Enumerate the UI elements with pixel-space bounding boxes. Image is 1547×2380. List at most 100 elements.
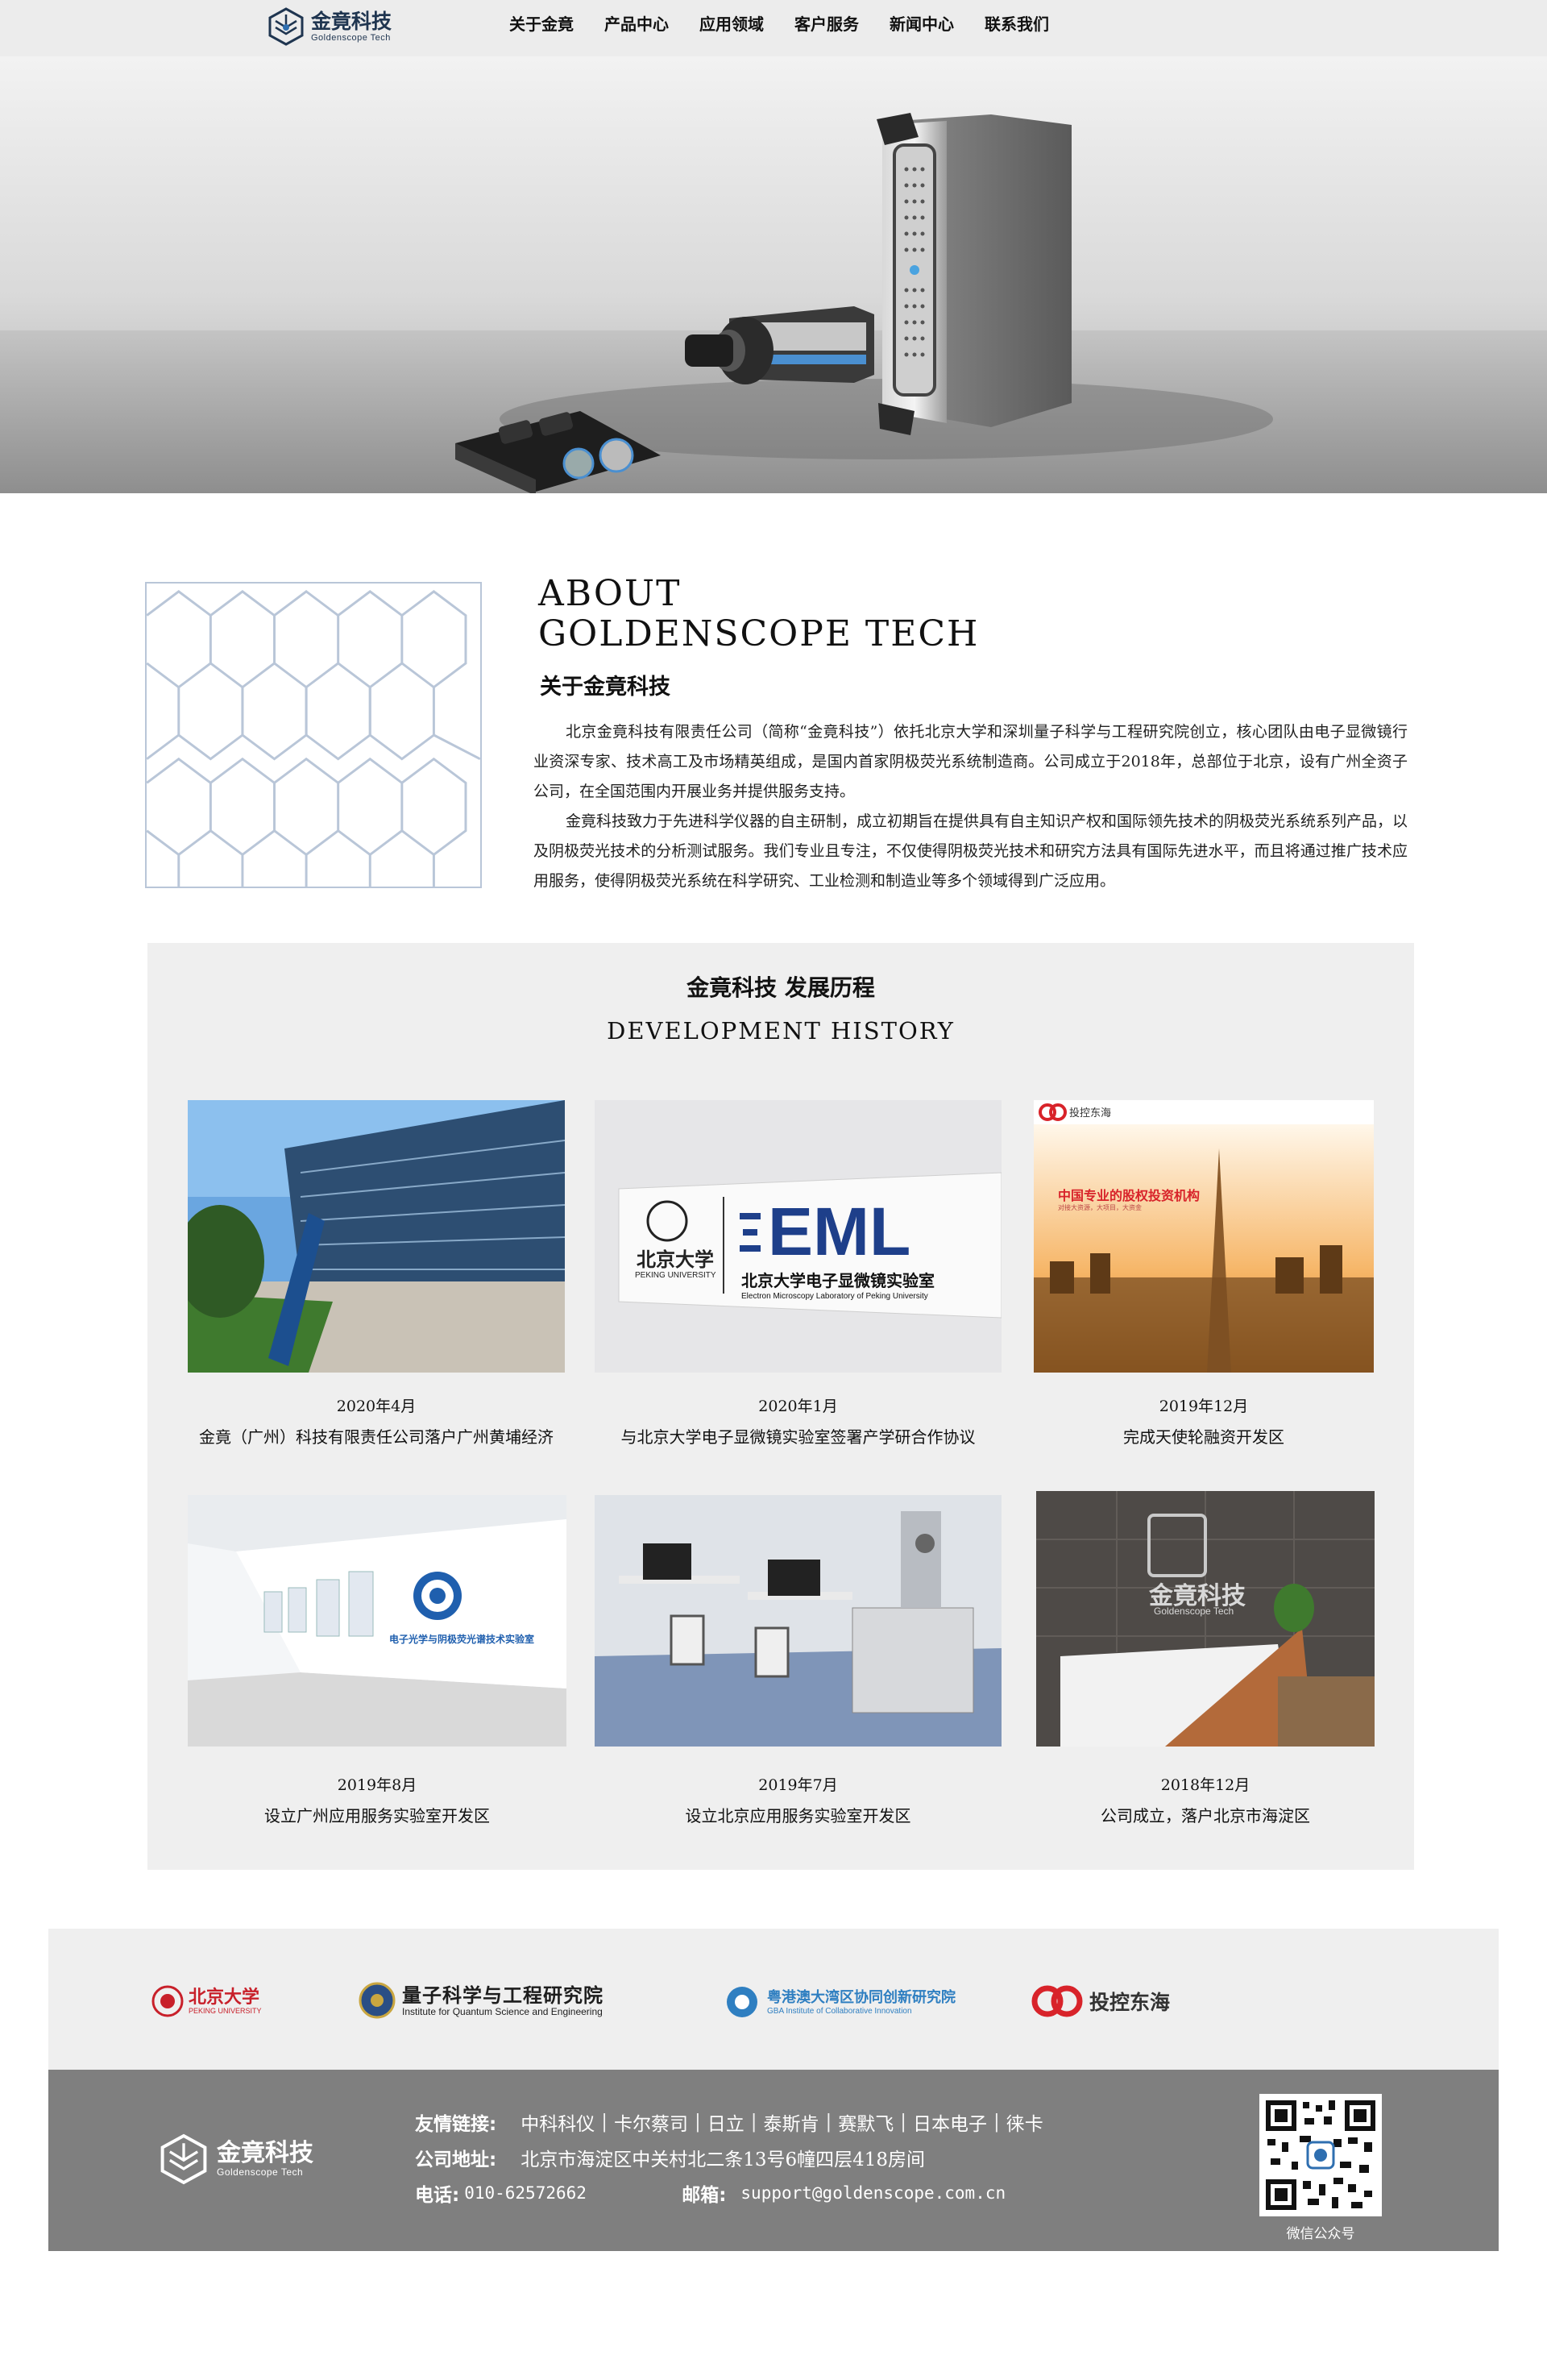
history-card[interactable]: 2019年7月 设立北京应用服务实验室开发区 xyxy=(595,1495,1002,1842)
lab-equipment-photo xyxy=(595,1495,1002,1747)
friend-link[interactable]: 日立 xyxy=(707,2108,744,2136)
about-paragraph-1: 北京金竟科技有限责任公司（简称“金竟科技”）依托北京大学和深圳量子科学与工程研究… xyxy=(533,723,1408,800)
link-separator: | xyxy=(900,2112,906,2133)
footer-logo-cn: 金竟科技 xyxy=(217,2139,313,2167)
event-date: 2019年12月 xyxy=(1159,1398,1249,1415)
event-date: 2020年4月 xyxy=(336,1398,417,1415)
menu-about[interactable]: 关于金竟 xyxy=(509,13,574,35)
site-logo[interactable]: 金竟科技 Goldenscope Tech xyxy=(266,6,392,47)
friend-link[interactable]: 卡尔蔡司 xyxy=(614,2108,688,2136)
event-date: 2019年8月 xyxy=(337,1776,417,1794)
event-desc: 公司成立，落户北京市海淀区 xyxy=(1101,1806,1310,1825)
lab-corridor-photo: 电子光学与阴极荧光谱技术实验室 xyxy=(188,1495,566,1747)
partner-pku-en: PEKING UNIVERSITY xyxy=(189,2007,262,2015)
friend-link[interactable]: 日本电子 xyxy=(913,2108,987,2136)
partner-investor-cn: 投控东海 xyxy=(1089,1991,1171,2014)
hero-banner xyxy=(0,56,1547,493)
about-title-cn: 关于金竟科技 xyxy=(540,675,670,700)
logo-en: Goldenscope Tech xyxy=(311,33,391,43)
event-date: 2019年7月 xyxy=(758,1776,838,1794)
history-card[interactable]: 电子光学与阴极荧光谱技术实验室 2019年8月 设立广州应用服务实验室开发区 xyxy=(188,1495,566,1842)
partner-gba-en: GBA Institute of Collaborative Innovatio… xyxy=(767,2006,912,2016)
history-card[interactable]: 北京大学 PEKING UNIVERSITY EML 北京大学电子显微镜实验室 … xyxy=(595,1100,1002,1471)
menu-news[interactable]: 新闻中心 xyxy=(890,13,954,35)
partner-gba-cn: 粤港澳大湾区协同创新研究院 xyxy=(767,1988,956,2006)
city-skyline xyxy=(1034,1100,1374,1373)
friend-link[interactable]: 中科科仪 xyxy=(521,2108,595,2136)
about-title-en: ABOUT GOLDENSCOPE TECH xyxy=(538,574,979,654)
menu-applications[interactable]: 应用领域 xyxy=(699,13,764,35)
link-separator: | xyxy=(825,2112,832,2133)
investor-subslogan: 对接大资源，大项目，大资金 xyxy=(1058,1204,1142,1211)
contact-row: 电话: 010-62572662 邮箱: support@goldenscope… xyxy=(415,2179,1006,2207)
main-menu: 关于金竟 产品中心 应用领域 客户服务 新闻中心 联系我们 xyxy=(509,13,1080,35)
phone-value[interactable]: 010-62572662 xyxy=(464,2183,682,2203)
investor-rings-icon xyxy=(1031,1985,1083,2017)
gba-flower-icon xyxy=(727,1987,757,2017)
event-desc: 设立广州应用服务实验室开发区 xyxy=(264,1806,490,1825)
event-date: 2018年12月 xyxy=(1160,1776,1250,1794)
eml-name-cn: 北京大学电子显微镜实验室 xyxy=(741,1271,935,1290)
partner-gba[interactable]: 粤港澳大湾区协同创新研究院 GBA Institute of Collabora… xyxy=(724,1985,956,2019)
decorative-pattern xyxy=(145,582,482,888)
investor-slogan: 中国专业的股权投资机构 xyxy=(1058,1188,1201,1203)
address-value: 北京市海淀区中关村北二条13号6幢四层418房间 xyxy=(521,2149,926,2170)
footer: 金竟科技 Goldenscope Tech 友情链接: 中科科仪 | 卡尔蔡司 | … xyxy=(48,2070,1499,2251)
history-section: 金竟科技 发展历程 DEVELOPMENT HISTORY 2020年4月 金竟… xyxy=(147,943,1414,1870)
event-desc: 金竟（广州）科技有限责任公司落户广州黄埔经济 xyxy=(199,1427,554,1447)
investor-brand: 投控东海 xyxy=(1069,1107,1112,1119)
top-nav: 金竟科技 Goldenscope Tech 关于金竟 产品中心 应用领域 客户服… xyxy=(0,0,1547,57)
friend-links-label: 友情链接: xyxy=(415,2114,497,2135)
qr-caption: 微信公众号 xyxy=(1286,2226,1355,2242)
link-separator: | xyxy=(750,2112,757,2133)
corridor-walls xyxy=(188,1495,566,1747)
wechat-qr-code xyxy=(1259,2094,1382,2216)
friend-link[interactable]: 泰斯肯 xyxy=(763,2108,819,2136)
office-logo-en: Goldenscope Tech xyxy=(1154,1605,1234,1617)
event-desc: 完成天使轮融资开发区 xyxy=(1123,1427,1284,1447)
logo-cn: 金竟科技 xyxy=(311,10,392,33)
partner-investor[interactable]: 投控东海 xyxy=(1030,1982,1170,2021)
footer-logo-en: Goldenscope Tech xyxy=(217,2166,304,2178)
partner-pku[interactable]: 北京大学 PEKING UNIVERSITY xyxy=(151,1985,262,2017)
footer-logo[interactable]: 金竟科技 Goldenscope Tech xyxy=(157,2133,313,2186)
address-row: 公司地址: 北京市海淀区中关村北二条13号6幢四层418房间 xyxy=(415,2144,925,2171)
reception-desk xyxy=(1036,1491,1375,1747)
email-value[interactable]: support@goldenscope.com.cn xyxy=(740,2183,1006,2203)
email-label: 邮箱: xyxy=(682,2185,727,2206)
pku-seal-icon xyxy=(151,1985,184,2017)
footer-logo-mark-icon xyxy=(160,2133,207,2185)
phone-label: 电话: xyxy=(415,2185,460,2206)
office-reception-photo: 金竟科技 Goldenscope Tech xyxy=(1036,1491,1375,1747)
lab-sign-text: 电子光学与阴极荧光谱技术实验室 xyxy=(389,1634,535,1645)
event-desc: 与北京大学电子显微镜实验室签署产学研合作协议 xyxy=(620,1427,976,1447)
history-title-en: DEVELOPMENT HISTORY xyxy=(607,1017,955,1045)
friend-link[interactable]: 徕卡 xyxy=(1006,2108,1043,2136)
eml-name-en: Electron Microscopy Laboratory of Peking… xyxy=(741,1292,928,1301)
iqse-emblem-icon xyxy=(359,1982,396,2019)
link-separator: | xyxy=(993,2112,1000,2133)
partner-iqse-cn: 量子科学与工程研究院 xyxy=(402,1983,603,2007)
address-label: 公司地址: xyxy=(415,2149,497,2170)
menu-service[interactable]: 客户服务 xyxy=(794,13,859,35)
about-body: 北京金竟科技有限责任公司（简称“金竟科技”）依托北京大学和深圳量子科学与工程研究… xyxy=(533,717,1408,896)
hero-product-image xyxy=(0,113,1547,493)
history-title-cn: 金竟科技 发展历程 xyxy=(686,974,875,1001)
history-card[interactable]: 投控东海 中国专业的股权投资机构 对接大资源，大项目，大资金 2019年12月 … xyxy=(1034,1100,1374,1471)
menu-products[interactable]: 产品中心 xyxy=(604,13,669,35)
about-title-en-line1: ABOUT xyxy=(538,573,682,614)
partner-logos: 北京大学 PEKING UNIVERSITY 量子科学与工程研究院 Instit… xyxy=(48,1929,1499,2070)
pku-sign-en: PEKING UNIVERSITY xyxy=(635,1271,716,1280)
about-title-en-line2: GOLDENSCOPE TECH xyxy=(538,613,980,654)
partner-iqse[interactable]: 量子科学与工程研究院 Institute for Quantum Science… xyxy=(359,1982,603,2019)
friend-link[interactable]: 赛默飞 xyxy=(838,2108,894,2136)
history-card[interactable]: 金竟科技 Goldenscope Tech 2018年12月 公司成立，落户北京… xyxy=(1036,1491,1375,1842)
menu-contact[interactable]: 联系我们 xyxy=(985,13,1049,35)
partner-pku-cn: 北京大学 xyxy=(189,1987,260,2008)
link-separator: | xyxy=(694,2112,701,2133)
history-card[interactable]: 2020年4月 金竟（广州）科技有限责任公司落户广州黄埔经济 xyxy=(188,1100,565,1471)
partner-iqse-en: Institute for Quantum Science and Engine… xyxy=(402,2005,603,2017)
event-date: 2020年1月 xyxy=(758,1398,838,1415)
friend-links-row: 友情链接: 中科科仪 | 卡尔蔡司 | 日立 | 泰斯肯 | 赛默飞 | 日本电子 | 徕卡 xyxy=(415,2108,1043,2136)
about-paragraph-2: 金竟科技致力于先进科学仪器的自主研制，成立初期旨在提供具有自主知识产权和国际领先… xyxy=(533,812,1408,890)
